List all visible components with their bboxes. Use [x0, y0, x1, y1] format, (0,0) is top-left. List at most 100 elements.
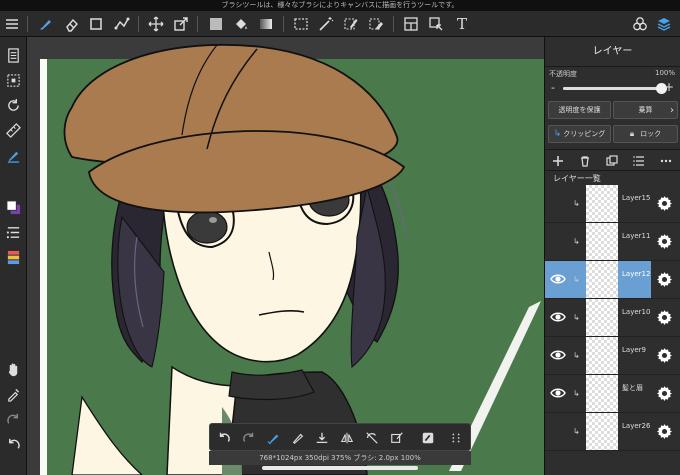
undo-icon[interactable]: [214, 428, 234, 448]
layer-name: Layer12: [622, 270, 651, 278]
layer-settings-gear-icon[interactable]: [656, 271, 673, 288]
redo-icon[interactable]: [239, 428, 259, 448]
layer-row[interactable]: ↳ Layer12: [545, 261, 680, 299]
pen-icon[interactable]: [288, 428, 308, 448]
color-swatch-icon[interactable]: [3, 197, 23, 217]
frame-divide-icon[interactable]: [401, 14, 421, 34]
eraser-tool-icon[interactable]: [62, 14, 82, 34]
layer-thumbnail: [586, 185, 618, 222]
clipping-label: クリッピング: [563, 130, 606, 138]
save-icon[interactable]: [312, 428, 332, 448]
text-tool-icon[interactable]: T: [452, 14, 472, 34]
page-manager-icon[interactable]: [3, 45, 23, 65]
curve-tool-icon[interactable]: [112, 14, 132, 34]
layer-row[interactable]: ↳ Layer15: [545, 185, 680, 223]
layer-row[interactable]: ↳ Layer26: [545, 413, 680, 451]
drawing-canvas[interactable]: [27, 37, 544, 475]
visibility-eye-icon[interactable]: [550, 347, 566, 363]
opacity-row: 不透明度 100%: [545, 67, 680, 79]
clipping-indicator-icon: ↳: [573, 275, 580, 284]
slider-fill: [563, 87, 662, 90]
toolbar-separator: [197, 16, 198, 32]
hand-tool-icon[interactable]: [3, 359, 23, 379]
fill-brush-icon[interactable]: [418, 428, 438, 448]
layer-list-title: レイヤー一覧: [553, 174, 601, 183]
tool-tip-bar: ブラシツールは、様々なブラシによりキャンバスに描画を行うツールです。: [0, 0, 680, 11]
snap-pen-icon[interactable]: [3, 145, 23, 165]
move-tool-icon[interactable]: [146, 14, 166, 34]
visibility-eye-icon[interactable]: [550, 271, 566, 287]
layer-list-icon[interactable]: [631, 153, 647, 169]
layer-thumbnail: [586, 261, 618, 298]
select-eraser-icon[interactable]: [366, 14, 386, 34]
materials-icon[interactable]: [630, 14, 650, 34]
toolbar-separator: [393, 16, 394, 32]
layer-settings-gear-icon[interactable]: [656, 233, 673, 250]
undo-icon[interactable]: [3, 434, 23, 454]
more-options-icon[interactable]: [658, 153, 674, 169]
snap-icon[interactable]: [264, 428, 284, 448]
layer-list-icon[interactable]: [3, 222, 23, 242]
layer-row[interactable]: ↳ Layer9: [545, 337, 680, 375]
blend-mode-button[interactable]: 乗算 ›: [613, 101, 678, 119]
menu-icon[interactable]: [2, 14, 22, 34]
operation-tool-icon[interactable]: [426, 14, 446, 34]
lock-icon: 🔒︎: [629, 129, 635, 138]
layer-settings-gear-icon[interactable]: [656, 423, 673, 440]
visibility-eye-icon[interactable]: [550, 309, 566, 325]
protect-alpha-button[interactable]: 透明度を保護: [548, 101, 611, 119]
palette-icon[interactable]: [3, 247, 23, 267]
magic-wand-icon[interactable]: [316, 14, 336, 34]
toolbar-separator: [283, 16, 284, 32]
layer-panel: レイヤー 不透明度 100% - + 透明度を保護 乗算 › ↳ クリッピング 🔒︎…: [544, 37, 680, 475]
layer-name: Layer26: [622, 422, 651, 430]
quick-access-bar: [209, 423, 471, 451]
eyedropper-icon[interactable]: [3, 384, 23, 404]
layer-settings-gear-icon[interactable]: [656, 385, 673, 402]
rotate-canvas-icon[interactable]: [3, 95, 23, 115]
layer-row[interactable]: ↳ Layer10: [545, 299, 680, 337]
clipping-icon: ↳: [553, 129, 562, 139]
artwork: [27, 37, 544, 475]
status-bar: 768*1024px 350dpi 375% ブラシ: 2.0px 100%: [209, 451, 471, 465]
transform-icon[interactable]: [387, 428, 407, 448]
layer-settings-gear-icon[interactable]: [656, 347, 673, 364]
layer-row[interactable]: ↳ 髪と眉: [545, 375, 680, 413]
clipping-indicator-icon: ↳: [573, 313, 580, 322]
slider-track: [563, 83, 667, 94]
select-layer-icon[interactable]: [3, 70, 23, 90]
duplicate-layer-icon[interactable]: [604, 153, 620, 169]
layer-settings-gear-icon[interactable]: [656, 309, 673, 326]
rotate-reset-icon[interactable]: [362, 428, 382, 448]
lock-button[interactable]: 🔒︎ ロック: [613, 125, 678, 143]
layer-row[interactable]: ↳ Layer11: [545, 223, 680, 261]
shape-tool-icon[interactable]: [86, 14, 106, 34]
layer-thumbnail: [586, 337, 618, 374]
plus-icon[interactable]: +: [664, 80, 674, 94]
grid-menu-icon[interactable]: [446, 428, 466, 448]
select-rect-icon[interactable]: [291, 14, 311, 34]
protect-alpha-label: 透明度を保護: [558, 106, 601, 114]
add-layer-icon[interactable]: [550, 153, 566, 169]
layers-panel-icon[interactable]: [654, 14, 674, 34]
clipping-indicator-icon: ↳: [573, 389, 580, 398]
minus-icon[interactable]: -: [551, 81, 555, 94]
flip-horizontal-icon[interactable]: [337, 428, 357, 448]
transform-tool-icon[interactable]: [171, 14, 191, 34]
brush-tool-icon[interactable]: [36, 14, 56, 34]
left-toolbar: [0, 37, 27, 475]
opacity-slider[interactable]: - +: [545, 79, 680, 97]
layer-thumbnail: [586, 223, 618, 260]
visibility-eye-icon[interactable]: [550, 385, 566, 401]
panel-title: レイヤー: [545, 37, 680, 67]
color-fill-rect-icon[interactable]: [206, 14, 226, 34]
delete-layer-icon[interactable]: [577, 153, 593, 169]
layer-settings-gear-icon[interactable]: [656, 195, 673, 212]
redo-icon[interactable]: [3, 409, 23, 429]
fill-bucket-icon[interactable]: [231, 14, 251, 34]
ruler-icon[interactable]: [3, 120, 23, 140]
clipping-button[interactable]: ↳ クリッピング: [548, 125, 611, 143]
select-pen-icon[interactable]: [341, 14, 361, 34]
gradient-tool-icon[interactable]: [256, 14, 276, 34]
toolbar-separator: [27, 16, 28, 32]
